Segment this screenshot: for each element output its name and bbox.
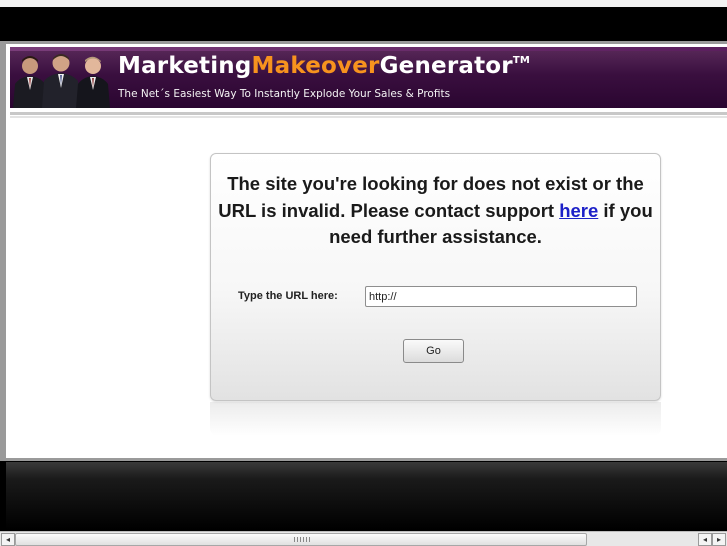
arrow-right-icon[interactable]: ▸ [712,533,726,546]
scroll-thumb[interactable] [15,533,587,546]
brand-generator: Generator [379,53,513,79]
support-link[interactable]: here [559,200,598,221]
url-input[interactable] [365,286,637,307]
trademark-symbol: TM [512,55,531,66]
url-label: Type the URL here: [238,290,338,302]
header-banner: MarketingMakeoverGeneratorTM The Net´s E… [10,47,727,108]
tagline: The Net´s Easiest Way To Instantly Explo… [118,88,451,100]
header-divider [10,112,727,115]
page-content: MarketingMakeoverGeneratorTM The Net´s E… [6,44,727,458]
header-divider-light [10,116,727,118]
scroll-grip [294,537,312,542]
horizontal-scrollbar[interactable]: ◂ ◂ ▸ [0,531,727,546]
businessmen-photo [13,54,110,108]
box-reflection [210,402,661,436]
brand-makeover: Makeover [251,53,380,79]
brand-logo[interactable]: MarketingMakeoverGeneratorTM [118,53,530,79]
error-message: The site you're looking for does not exi… [211,171,660,251]
arrow-left-icon[interactable]: ◂ [1,533,15,546]
error-box: The site you're looking for does not exi… [210,153,661,401]
arrow-left-icon[interactable]: ◂ [698,533,712,546]
go-button[interactable]: Go [403,339,464,363]
bottom-dock [6,462,727,530]
brand-marketing: Marketing [118,53,252,79]
top-strip [0,0,727,7]
top-black-bar [0,7,727,41]
